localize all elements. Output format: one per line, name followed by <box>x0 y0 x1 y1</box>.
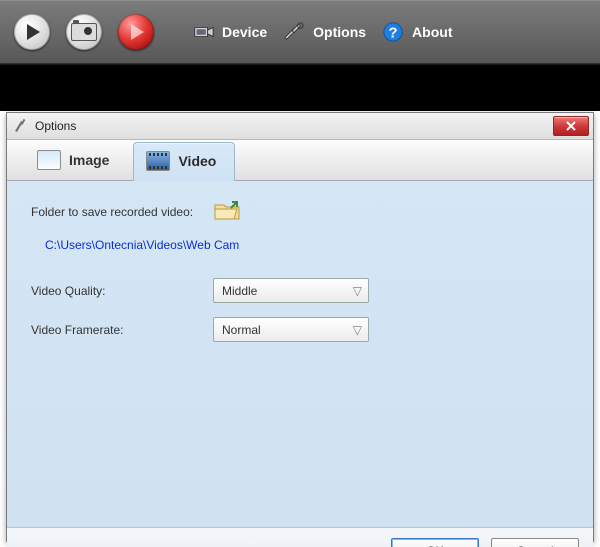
quality-select[interactable]: Middle ▽ <box>213 278 369 303</box>
play-button[interactable] <box>14 14 50 50</box>
camera-button[interactable] <box>66 14 102 50</box>
image-tab-icon <box>37 150 61 170</box>
framerate-label: Video Framerate: <box>31 323 213 337</box>
chevron-down-icon: ▽ <box>353 323 362 337</box>
browse-folder-button[interactable] <box>213 199 241 224</box>
cancel-button[interactable]: Cancel <box>491 538 579 547</box>
options-label: Options <box>313 24 366 40</box>
folder-open-icon <box>213 199 241 221</box>
options-button[interactable]: Options <box>283 21 366 43</box>
quality-value: Middle <box>222 284 257 298</box>
close-icon <box>565 121 577 131</box>
about-label: About <box>412 24 452 40</box>
camera-icon <box>66 14 102 50</box>
tab-image[interactable]: Image <box>25 142 127 180</box>
folder-label: Folder to save recorded video: <box>31 205 213 219</box>
chevron-down-icon: ▽ <box>353 284 362 298</box>
folder-path: C:\Users\Ontecnia\Videos\Web Cam <box>45 238 569 252</box>
help-icon: ? <box>382 21 404 43</box>
dialog-footer: OK Cancel <box>7 527 593 547</box>
tab-video[interactable]: Video <box>133 142 235 181</box>
options-dialog: Options Image Video Folder to save recor… <box>6 112 594 542</box>
quality-label: Video Quality: <box>31 284 213 298</box>
svg-text:?: ? <box>389 26 398 42</box>
about-button[interactable]: ? About <box>382 21 452 43</box>
close-button[interactable] <box>553 116 589 136</box>
record-icon <box>118 14 154 50</box>
tab-bar: Image Video <box>7 140 593 181</box>
dialog-title: Options <box>35 119 76 133</box>
dialog-icon <box>13 118 29 134</box>
ok-button[interactable]: OK <box>391 538 479 547</box>
tools-icon <box>283 21 305 43</box>
framerate-value: Normal <box>222 323 261 337</box>
video-tab-icon <box>146 151 170 171</box>
device-button[interactable]: Device <box>192 21 267 43</box>
titlebar: Options <box>7 113 593 140</box>
device-icon <box>192 21 214 43</box>
tab-video-label: Video <box>178 153 216 169</box>
framerate-select[interactable]: Normal ▽ <box>213 317 369 342</box>
main-toolbar: Device Options ? About <box>0 0 600 64</box>
preview-area <box>0 64 600 111</box>
play-icon <box>14 14 50 50</box>
dialog-body: Folder to save recorded video: C:\Users\… <box>7 181 593 527</box>
record-button[interactable] <box>118 14 154 50</box>
device-label: Device <box>222 24 267 40</box>
tab-image-label: Image <box>69 152 109 168</box>
